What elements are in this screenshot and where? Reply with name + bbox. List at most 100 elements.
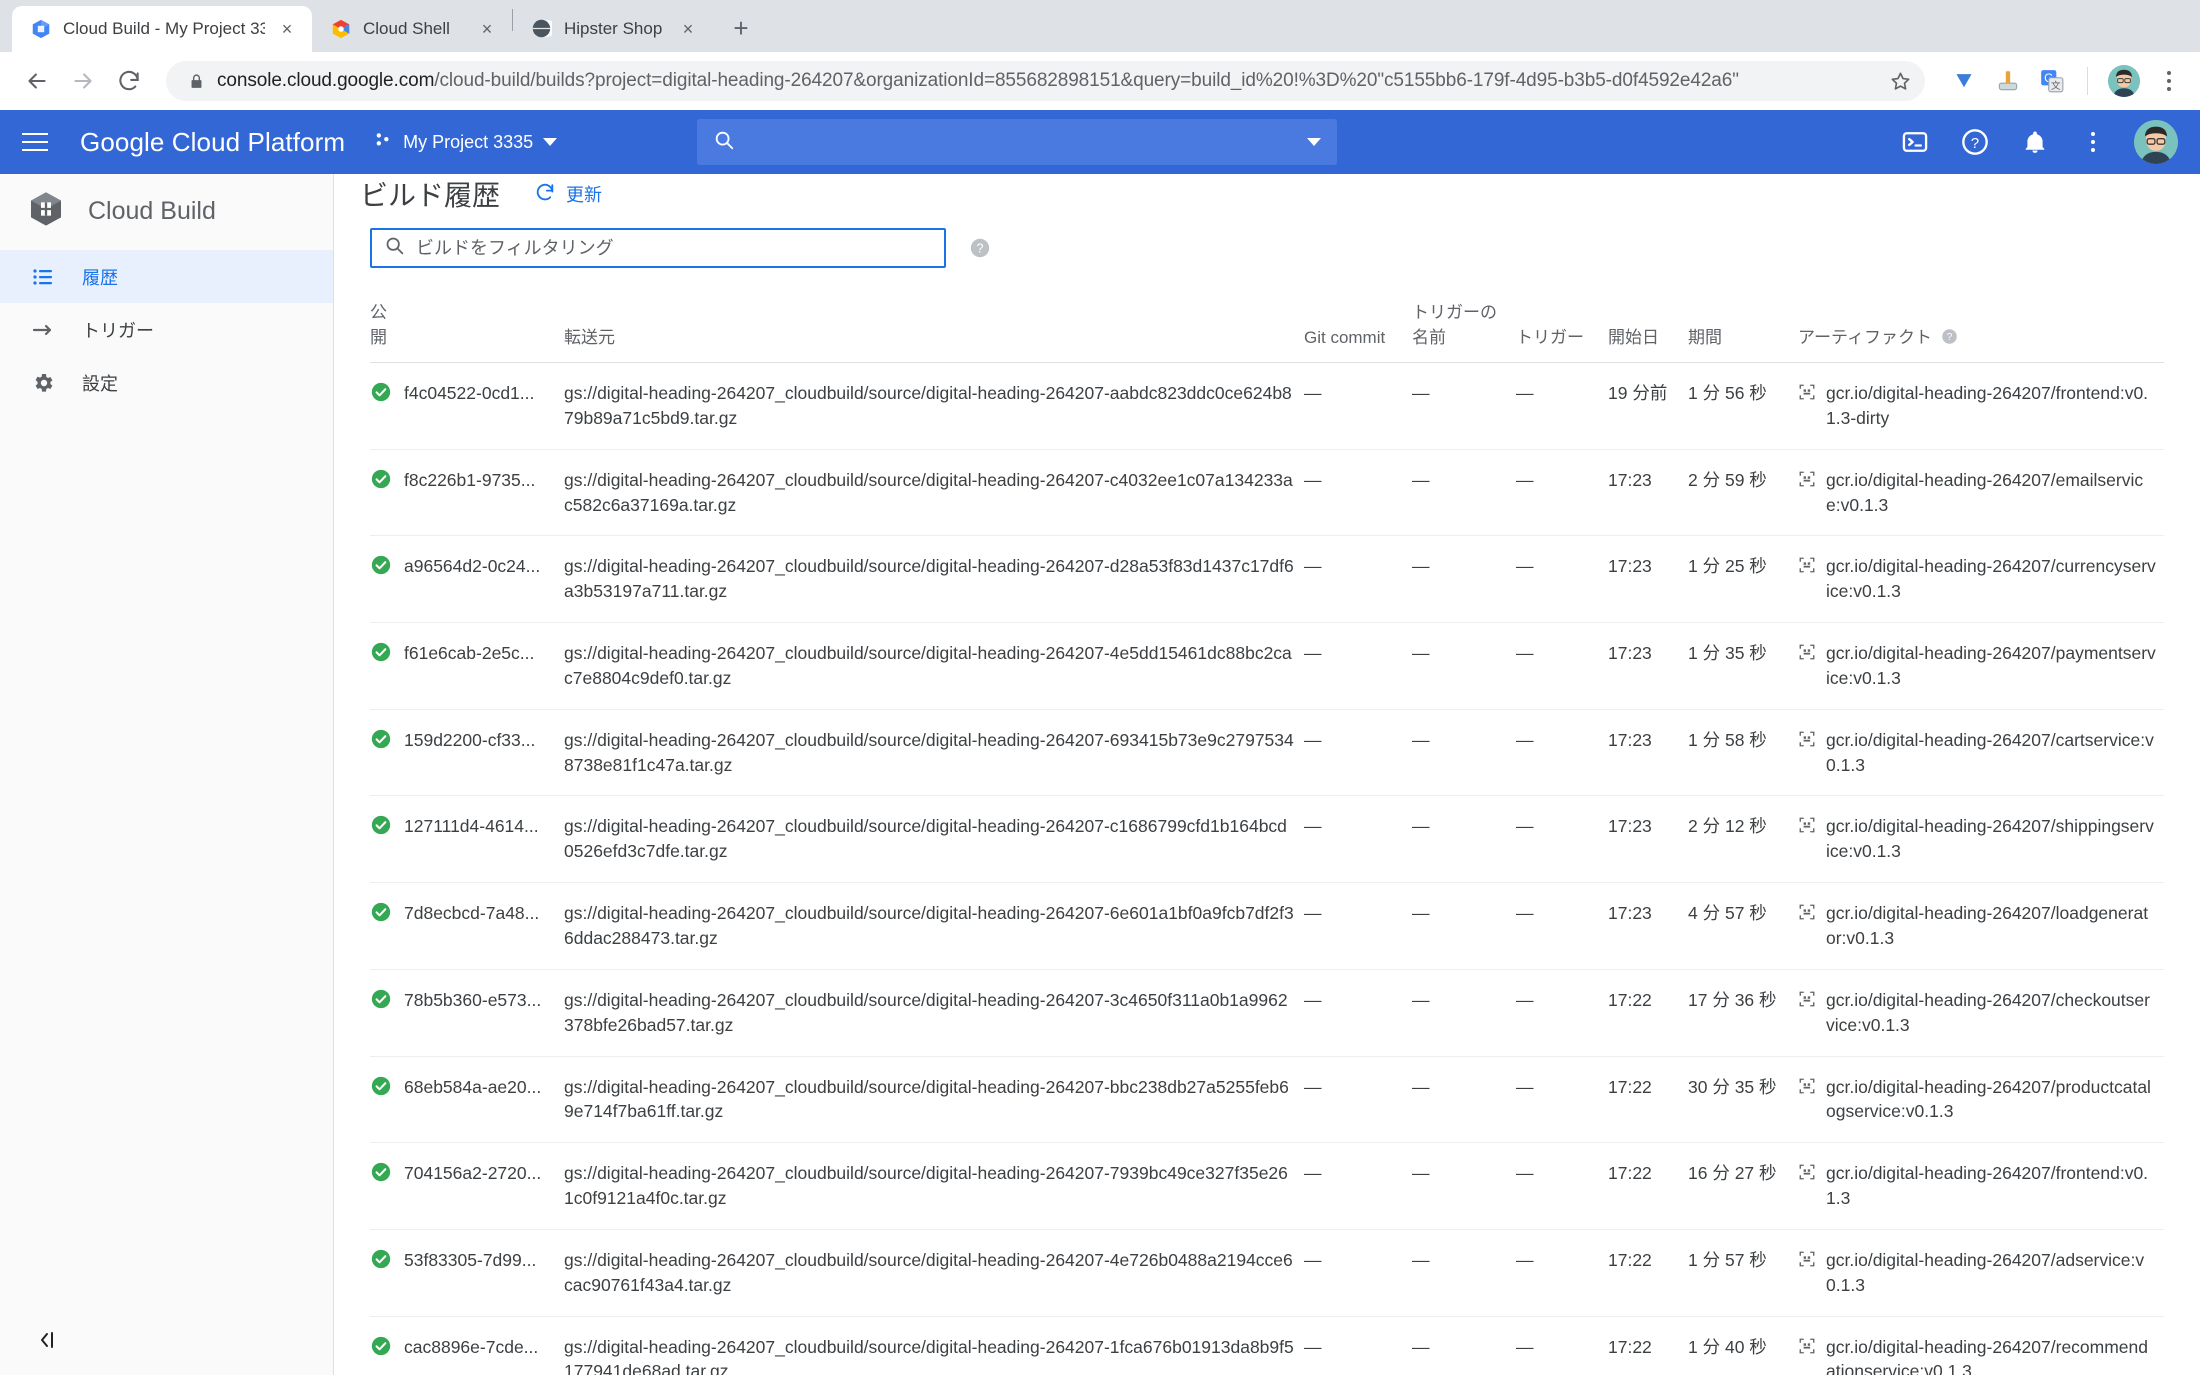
build-start-date: 19 分前 [1608, 362, 1688, 450]
build-artifact[interactable]: gcr.io/digital-heading-264207/cartservic… [1798, 709, 2164, 797]
browser-menu-icon[interactable] [2154, 71, 2184, 91]
build-artifact[interactable]: gcr.io/digital-heading-264207/loadgenera… [1798, 882, 2164, 970]
build-artifact[interactable]: gcr.io/digital-heading-264207/currencyse… [1798, 535, 2164, 624]
build-source: gs://digital-heading-264207_cloudbuild/s… [564, 1316, 1304, 1375]
table-row[interactable]: a96564d2-0c24... gs://digital-heading-264… [370, 535, 2164, 624]
build-artifact[interactable]: gcr.io/digital-heading-264207/checkoutse… [1798, 969, 2164, 1057]
build-id-link[interactable]: 159d2200-cf33... [404, 709, 564, 797]
column-header-git-commit[interactable]: Git commit [1304, 286, 1412, 363]
gcp-search-box[interactable] [697, 119, 1338, 165]
table-row[interactable]: 78b5b360-e573... gs://digital-heading-264… [370, 969, 2164, 1057]
build-id-link[interactable]: a96564d2-0c24... [404, 535, 564, 624]
build-id-link[interactable]: 68eb584a-ae20... [404, 1056, 564, 1144]
build-artifact[interactable]: gcr.io/digital-heading-264207/adservice:… [1798, 1229, 2164, 1317]
build-artifact[interactable]: gcr.io/digital-heading-264207/frontend:v… [1798, 1142, 2164, 1230]
filter-help-icon[interactable]: ? [968, 236, 992, 260]
project-picker[interactable]: My Project 3335 [373, 130, 558, 155]
sidebar-item-history[interactable]: 履歴 [0, 250, 333, 303]
build-trigger-name: — [1412, 1229, 1516, 1317]
build-id-link[interactable]: f4c04522-0cd1... [404, 362, 564, 450]
column-header-trigger-name[interactable]: トリガーの名前 [1412, 286, 1516, 363]
build-artifact[interactable]: gcr.io/digital-heading-264207/frontend:v… [1798, 362, 2164, 450]
table-row[interactable]: 159d2200-cf33... gs://digital-heading-264… [370, 709, 2164, 797]
build-source: gs://digital-heading-264207_cloudbuild/s… [564, 622, 1304, 710]
build-artifact[interactable]: gcr.io/digital-heading-264207/paymentser… [1798, 622, 2164, 710]
table-row[interactable]: 7d8ecbcd-7a48... gs://digital-heading-264… [370, 882, 2164, 970]
help-icon[interactable]: ? [1958, 125, 1992, 159]
gcp-more-options-icon[interactable] [2078, 132, 2108, 152]
filter-row: ? [334, 214, 2200, 268]
extension-paint-icon[interactable] [1993, 66, 2023, 96]
table-row[interactable]: 704156a2-2720... gs://digital-heading-264… [370, 1142, 2164, 1230]
menu-icon[interactable] [22, 125, 56, 159]
build-artifact-text: gcr.io/digital-heading-264207/shippingse… [1826, 816, 2154, 862]
table-row[interactable]: f8c226b1-9735... gs://digital-heading-264… [370, 449, 2164, 537]
tab-strip: Cloud Build - My Project 3335 × Cloud Sh… [0, 0, 2200, 52]
new-tab-button[interactable]: + [721, 8, 761, 48]
column-header-artifacts[interactable]: アーティファクト ? [1798, 286, 2164, 363]
cloud-shell-icon[interactable] [1898, 125, 1932, 159]
extension-diamond-icon[interactable] [1949, 66, 1979, 96]
build-id-link[interactable]: f61e6cab-2e5c... [404, 622, 564, 710]
back-icon[interactable] [16, 60, 58, 102]
table-row[interactable]: 127111d4-4614... gs://digital-heading-264… [370, 795, 2164, 884]
browser-tab-cloud-build[interactable]: Cloud Build - My Project 3335 × [12, 6, 312, 52]
browser-tab-title: Cloud Shell [363, 19, 450, 38]
column-header-build-id[interactable] [404, 286, 564, 363]
reload-icon[interactable] [108, 60, 150, 102]
close-icon[interactable]: × [276, 18, 298, 40]
column-header-source[interactable]: 転送元 [564, 286, 1304, 363]
build-source: gs://digital-heading-264207_cloudbuild/s… [564, 449, 1304, 537]
build-trigger: — [1516, 1142, 1608, 1230]
table-row[interactable]: 53f83305-7d99... gs://digital-heading-264… [370, 1229, 2164, 1317]
column-header-trigger[interactable]: トリガー [1516, 286, 1608, 363]
build-id-link[interactable]: 7d8ecbcd-7a48... [404, 882, 564, 970]
filter-box[interactable] [370, 228, 946, 268]
build-id-link[interactable]: 127111d4-4614... [404, 795, 564, 884]
build-id-link[interactable]: 78b5b360-e573... [404, 969, 564, 1057]
column-header-duration[interactable]: 期間 [1688, 286, 1798, 363]
sidebar-item-settings[interactable]: 設定 [0, 356, 333, 409]
build-artifact[interactable]: gcr.io/digital-heading-264207/recommenda… [1798, 1316, 2164, 1375]
search-chevron-down-icon[interactable] [1307, 138, 1322, 146]
notifications-bell-icon[interactable] [2018, 125, 2052, 159]
refresh-button[interactable]: 更新 [534, 181, 602, 208]
bookmark-star-icon[interactable] [1883, 64, 1917, 98]
build-start-date: 17:22 [1608, 1142, 1688, 1230]
browser-tab-hipster-shop[interactable]: Hipster Shop × [513, 6, 713, 52]
build-artifact[interactable]: gcr.io/digital-heading-264207/emailservi… [1798, 449, 2164, 537]
build-artifact[interactable]: gcr.io/digital-heading-264207/shippingse… [1798, 795, 2164, 884]
avatar[interactable] [2134, 120, 2178, 164]
column-header-start-date[interactable]: 開始日 [1608, 286, 1688, 363]
table-row[interactable]: cac8896e-7cde... gs://digital-heading-264… [370, 1316, 2164, 1375]
chrome-profile-avatar[interactable] [2108, 65, 2140, 97]
sidebar-item-triggers[interactable]: トリガー [0, 303, 333, 356]
table-row[interactable]: f4c04522-0cd1... gs://digital-heading-264… [370, 362, 2164, 450]
sidebar-collapse-button[interactable] [0, 1305, 333, 1375]
build-artifact[interactable]: gcr.io/digital-heading-264207/productcat… [1798, 1056, 2164, 1144]
table-row[interactable]: f61e6cab-2e5c... gs://digital-heading-264… [370, 622, 2164, 710]
build-artifact-text: gcr.io/digital-heading-264207/productcat… [1826, 1076, 2151, 1122]
gcp-search-input[interactable] [749, 132, 1294, 152]
build-id-link[interactable]: 53f83305-7d99... [404, 1229, 564, 1317]
build-id-link[interactable]: f8c226b1-9735... [404, 449, 564, 537]
close-icon[interactable]: × [476, 18, 498, 40]
google-translate-icon[interactable]: G 文 [2037, 66, 2067, 96]
container-image-icon [1798, 1250, 1816, 1298]
artifacts-help-icon[interactable]: ? [1940, 325, 1959, 345]
gcp-brand[interactable]: Google Cloud Platform [80, 127, 345, 158]
build-id-link[interactable]: cac8896e-7cde... [404, 1316, 564, 1375]
browser-chrome: Cloud Build - My Project 3335 × Cloud Sh… [0, 0, 2200, 110]
project-name: My Project 3335 [403, 131, 534, 152]
build-trigger: — [1516, 969, 1608, 1057]
table-row[interactable]: 68eb584a-ae20... gs://digital-heading-264… [370, 1056, 2164, 1144]
forward-icon[interactable] [62, 60, 104, 102]
column-header-status[interactable]: 公開 [370, 286, 404, 363]
build-trigger: — [1516, 709, 1608, 797]
address-bar[interactable]: console.cloud.google.com/cloud-build/bui… [166, 61, 1925, 101]
filter-input[interactable] [416, 237, 932, 259]
close-icon[interactable]: × [677, 18, 699, 40]
browser-tab-cloud-shell[interactable]: Cloud Shell × [312, 6, 512, 52]
sidebar-item-label: 設定 [82, 373, 118, 394]
build-id-link[interactable]: 704156a2-2720... [404, 1142, 564, 1230]
